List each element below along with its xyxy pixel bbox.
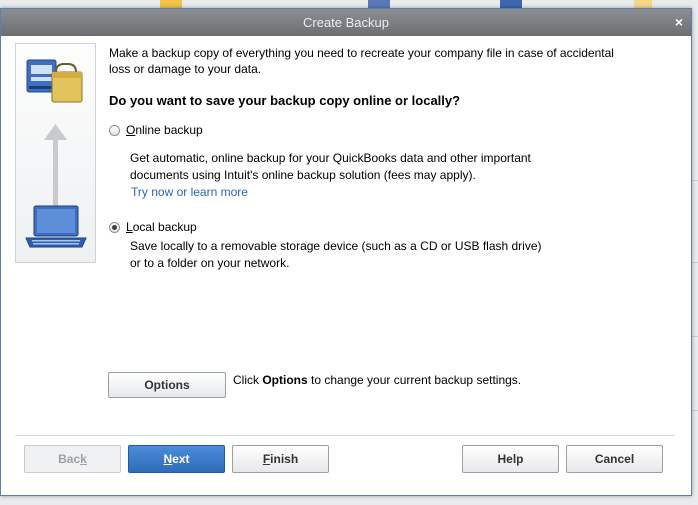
- local-desc-line-2: or to a folder on your network.: [130, 256, 290, 270]
- online-backup-option[interactable]: Online backup: [109, 123, 203, 137]
- create-backup-dialog: Create Backup × Make a backup copy of ev…: [0, 8, 692, 496]
- options-button[interactable]: Options: [108, 372, 226, 398]
- cancel-label: Cancel: [594, 452, 635, 466]
- next-mnemonic: N: [163, 452, 173, 466]
- finish-button[interactable]: Finish: [232, 445, 329, 473]
- options-hint-pre: Click: [233, 373, 263, 387]
- dialog-title: Create Backup: [303, 15, 389, 30]
- local-backup-radio[interactable]: [109, 221, 120, 233]
- back-mnemonic: k: [80, 452, 87, 466]
- footer-separator: [15, 435, 675, 436]
- options-hint-post: to change your current backup settings.: [307, 373, 522, 387]
- online-backup-label[interactable]: Online backup: [126, 123, 203, 137]
- online-backup-label-rest: nline backup: [135, 123, 203, 137]
- close-icon[interactable]: ×: [675, 9, 683, 36]
- background-divider: [692, 336, 698, 337]
- background-icon: [500, 0, 522, 8]
- online-backup-mnemonic: O: [126, 123, 136, 137]
- back-label: Bac: [58, 452, 81, 466]
- background-divider: [692, 410, 698, 411]
- arrow-up-icon: [44, 124, 67, 208]
- save-location-question: Do you want to save your backup copy onl…: [109, 93, 461, 108]
- local-backup-mnemonic: L: [126, 220, 133, 234]
- background-icon: [368, 0, 390, 8]
- help-button[interactable]: Help: [462, 445, 559, 473]
- background-divider: [692, 180, 698, 181]
- online-desc-line-2: documents using Intuit's online backup s…: [130, 168, 476, 182]
- dialog-titlebar[interactable]: Create Backup ×: [1, 9, 691, 36]
- online-desc-line-1: Get automatic, online backup for your Qu…: [130, 151, 531, 165]
- briefcase-icon: [51, 63, 83, 103]
- local-backup-description: Save locally to a removable storage devi…: [130, 238, 590, 272]
- intro-text: Make a backup copy of everything you nee…: [109, 46, 614, 76]
- laptop-icon: [25, 205, 87, 248]
- options-button-label: Options: [144, 378, 190, 392]
- local-backup-option[interactable]: Local backup: [109, 220, 197, 234]
- background-icon: [634, 0, 652, 8]
- next-label: ext: [172, 452, 190, 466]
- finish-label: inish: [270, 452, 299, 466]
- back-button[interactable]: Bac k: [24, 445, 121, 473]
- finish-mnemonic: F: [262, 452, 271, 466]
- local-backup-label-rest: ocal backup: [132, 220, 197, 234]
- help-label: Help: [497, 452, 524, 466]
- local-backup-label[interactable]: Local backup: [126, 220, 197, 234]
- next-button[interactable]: Next: [128, 445, 225, 473]
- online-backup-description: Get automatic, online backup for your Qu…: [130, 150, 590, 184]
- background-icon: [160, 0, 182, 8]
- local-desc-line-1: Save locally to a removable storage devi…: [130, 239, 542, 253]
- background-divider: [692, 262, 698, 263]
- online-backup-radio[interactable]: [109, 124, 120, 136]
- cancel-button[interactable]: Cancel: [566, 445, 663, 473]
- options-hint-bold: Options: [262, 373, 308, 387]
- options-hint: Click Options to change your current bac…: [233, 373, 521, 387]
- try-now-link[interactable]: Try now or learn more: [131, 185, 248, 199]
- backup-illustration: [15, 43, 96, 263]
